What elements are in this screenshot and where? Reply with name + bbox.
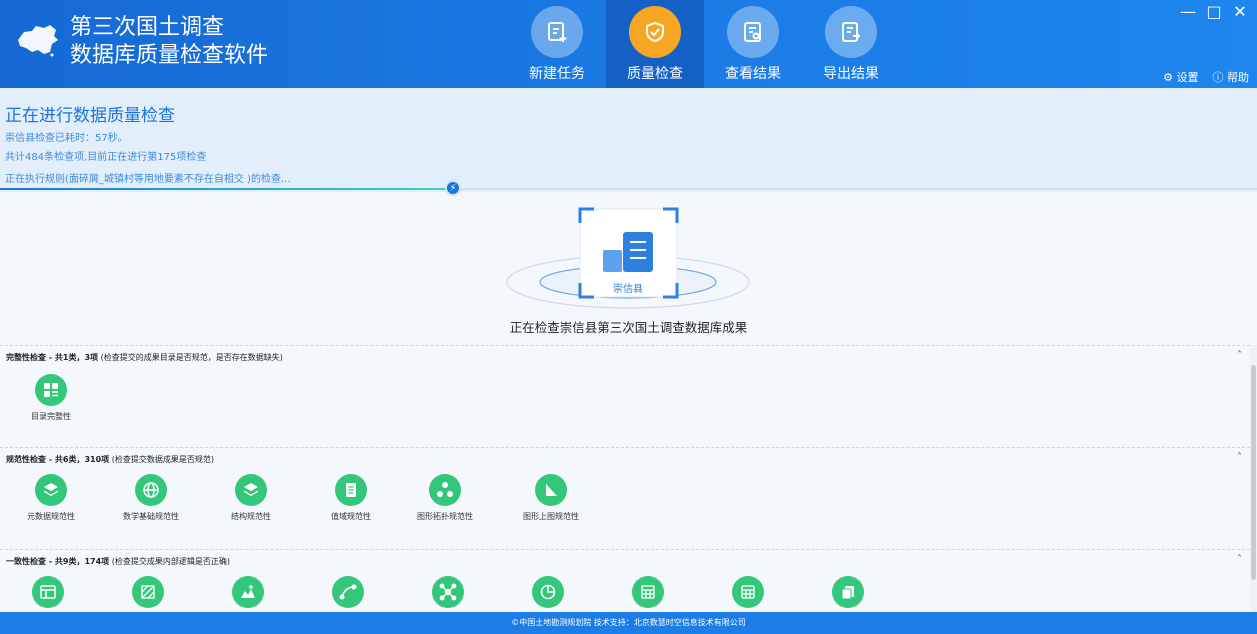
layers-icon xyxy=(35,474,67,506)
progress-fill xyxy=(0,188,453,190)
topology-icon xyxy=(429,474,461,506)
tab-label: 质量检查 xyxy=(627,66,683,82)
china-map-logo-icon xyxy=(14,22,60,62)
app-title: 第三次国土调查 数据库质量检查软件 xyxy=(70,14,268,70)
panel-title-note: (检查提交的成果目录是否规范，是否存在数据缺失) xyxy=(98,353,283,362)
scroll-thumb[interactable] xyxy=(1251,365,1256,580)
check-item-math-basis[interactable]: 数学基础规范性 xyxy=(106,474,196,522)
check-count-text: 共计484条检查项,目前正在进行第175项检查 xyxy=(5,152,207,163)
check-item-map-overlay[interactable]: 图形上图规范性 xyxy=(506,474,596,522)
help-link[interactable]: ⓘ 帮助 xyxy=(1213,69,1250,85)
panel-title: 完整性检查 - 共1类，3项 (检查提交的成果目录是否规范，是否存在数据缺失) xyxy=(6,352,283,363)
tab-new-task[interactable]: 新建任务 xyxy=(508,0,606,88)
grid-icon xyxy=(732,576,764,608)
shield-check-icon xyxy=(629,6,681,58)
minimize-button[interactable]: — xyxy=(1179,2,1197,21)
grid-icon xyxy=(632,576,664,608)
window-controls: — □ ✕ xyxy=(1179,2,1249,21)
tab-label: 新建任务 xyxy=(529,66,585,82)
new-task-icon xyxy=(531,6,583,58)
pie-icon xyxy=(532,576,564,608)
catalog-icon xyxy=(35,374,67,406)
tab-quality-check[interactable]: 质量检查 xyxy=(606,0,704,88)
vector-icon xyxy=(332,576,364,608)
consistency-check-panel: 一致性检查 - 共9类，174项 (检查提交成果内部逻辑是否正确) ˄ xyxy=(0,549,1250,613)
panel-title-note: (检查提交成果内部逻辑是否正确) xyxy=(109,557,230,566)
check-item-topology[interactable]: 图形拓扑规范性 xyxy=(400,474,490,522)
check-item-consistency-4[interactable] xyxy=(303,576,393,608)
check-item-structure[interactable]: 结构规范性 xyxy=(206,474,296,522)
map-icon xyxy=(232,576,264,608)
tab-view-result[interactable]: 查看结果 xyxy=(704,0,802,88)
county-caption: 正在检查崇信县第三次国土调查数据库成果 xyxy=(509,320,748,335)
collapse-button[interactable]: ˄ xyxy=(1237,554,1242,565)
check-item-catalog[interactable]: 目录完整性 xyxy=(6,374,96,422)
check-item-metadata[interactable]: 元数据规范性 xyxy=(6,474,96,522)
view-result-icon xyxy=(727,6,779,58)
check-item-label: 元数据规范性 xyxy=(27,512,75,521)
export-icon xyxy=(825,6,877,58)
check-item-label: 目录完整性 xyxy=(31,412,71,421)
check-item-consistency-2[interactable] xyxy=(103,576,193,608)
check-item-label: 结构规范性 xyxy=(231,512,271,521)
collapse-button[interactable]: ˄ xyxy=(1237,350,1242,361)
check-item-consistency-1[interactable] xyxy=(3,576,93,608)
panel-title: 一致性检查 - 共9类，174项 (检查提交成果内部逻辑是否正确) xyxy=(6,556,230,567)
app-header: 第三次国土调查 数据库质量检查软件 新建任务 质量检查 查看结果 导出结果 — … xyxy=(0,0,1257,88)
document-icon xyxy=(335,474,367,506)
check-item-consistency-9[interactable] xyxy=(803,576,893,608)
tab-export-result[interactable]: 导出结果 xyxy=(802,0,900,88)
panel-title: 规范性检查 - 共6类，310项 (检查提交数据成果是否规范) xyxy=(6,454,214,465)
check-item-consistency-8[interactable] xyxy=(703,576,793,608)
check-item-label: 值域规范性 xyxy=(331,512,371,521)
info-circle-icon: ⓘ xyxy=(1212,71,1224,84)
tab-label: 查看结果 xyxy=(725,66,781,82)
check-item-value-domain[interactable]: 值域规范性 xyxy=(306,474,396,522)
county-graphic: 崇信县 正在检查崇信县第三次国土调查数据库成果 xyxy=(0,192,1257,345)
check-item-consistency-5[interactable] xyxy=(403,576,493,608)
panel-title-main: 完整性检查 - 共1类，3项 xyxy=(6,353,99,362)
gear-icon: ⚙ xyxy=(1163,71,1173,84)
check-item-label: 图形拓扑规范性 xyxy=(417,512,473,521)
globe-icon xyxy=(135,474,167,506)
copy-icon xyxy=(832,576,864,608)
app-title-line2: 数据库质量检查软件 xyxy=(70,43,269,68)
tab-label: 导出结果 xyxy=(823,66,879,82)
current-rule-text: 正在执行规则(面碎屑_城镇村等用地要素不存在自相交 )的检查... xyxy=(5,174,291,185)
check-item-consistency-6[interactable] xyxy=(503,576,593,608)
panel-title-note: (检查提交数据成果是否规范) xyxy=(109,455,214,464)
close-button[interactable]: ✕ xyxy=(1231,2,1249,21)
check-item-label: 图形上图规范性 xyxy=(523,512,579,521)
footer: ©中国土地勘测规划院 技术支持：北京数慧时空信息技术有限公司 xyxy=(0,612,1257,634)
main-nav: 新建任务 质量检查 查看结果 导出结果 xyxy=(508,0,900,88)
settings-label: 设置 xyxy=(1176,71,1199,84)
status-title: 正在进行数据质量检查 xyxy=(5,106,175,126)
check-status-panel: 正在进行数据质量检查 崇信县检查已耗时：57秒。 共计484条检查项,目前正在进… xyxy=(0,88,1257,196)
panel-title-main: 一致性检查 - 共9类，174项 xyxy=(6,557,110,566)
scrollbar[interactable] xyxy=(1250,345,1257,612)
table-icon xyxy=(32,576,64,608)
integrity-check-panel: 完整性检查 - 共1类，3项 (检查提交的成果目录是否规范，是否存在数据缺失) … xyxy=(0,345,1250,448)
layers-icon xyxy=(235,474,267,506)
network-icon xyxy=(432,576,464,608)
county-building-icon: 崇信县 xyxy=(506,207,750,309)
check-item-consistency-7[interactable] xyxy=(603,576,693,608)
triangle-icon xyxy=(535,474,567,506)
elapsed-time-text: 崇信县检查已耗时：57秒。 xyxy=(5,133,128,144)
app-title-line1: 第三次国土调查 xyxy=(70,15,225,40)
collapse-button[interactable]: ˄ xyxy=(1237,452,1242,463)
standard-check-panel: 规范性检查 - 共6类，310项 (检查提交数据成果是否规范) ˄ 元数据规范性… xyxy=(0,447,1250,550)
county-name: 崇信县 xyxy=(613,283,643,295)
help-label: 帮助 xyxy=(1227,71,1249,84)
settings-link[interactable]: ⚙ 设置 xyxy=(1163,69,1198,85)
header-links: ⚙ 设置 ⓘ 帮助 xyxy=(1163,69,1249,85)
check-item-consistency-3[interactable] xyxy=(203,576,293,608)
hatch-icon xyxy=(132,576,164,608)
panel-title-main: 规范性检查 - 共6类，310项 xyxy=(6,455,110,464)
maximize-button[interactable]: □ xyxy=(1205,2,1223,21)
check-item-label: 数学基础规范性 xyxy=(123,512,179,521)
